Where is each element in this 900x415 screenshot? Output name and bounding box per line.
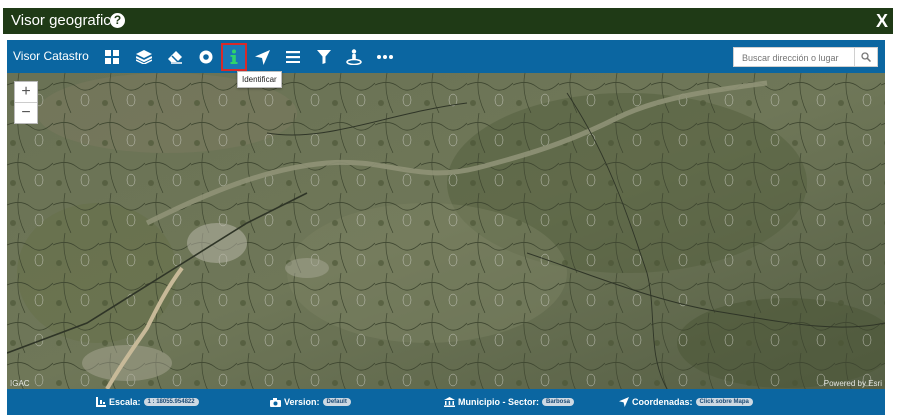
window-title: Visor geografico (11, 12, 120, 29)
search-icon (861, 52, 871, 62)
help-icon[interactable]: ? (110, 13, 125, 28)
building-icon (444, 397, 455, 407)
location-arrow-icon (619, 397, 629, 407)
version-status: Version: Default (270, 397, 351, 407)
scale-value: 1 : 18055.954822 (143, 398, 199, 406)
menu-lines-icon[interactable] (281, 45, 305, 69)
close-button[interactable]: X (876, 11, 888, 32)
map-attribution-right: Powered by Esri (823, 379, 882, 388)
version-label: Version: (284, 397, 320, 407)
camera-icon (270, 397, 281, 407)
municipio-status: Municipio - Sector: Barbosa (444, 397, 575, 407)
search-input[interactable] (734, 49, 860, 67)
municipio-label: Municipio - Sector: (458, 397, 539, 407)
zoom-control: + − (14, 81, 38, 124)
scale-label: Escala: (109, 397, 141, 407)
grid-icon[interactable] (100, 45, 124, 69)
eraser-icon[interactable] (163, 45, 187, 69)
status-bar: Escala: 1 : 18055.954822 Version: Defaul… (7, 389, 885, 415)
zoom-out-button[interactable]: − (15, 102, 37, 123)
filter-icon[interactable] (312, 45, 336, 69)
map-attribution-left: IGAC (10, 379, 30, 388)
app-name: Visor Catastro (13, 49, 89, 63)
coordinates-status: Coordenadas: Click sobre Mapa (619, 397, 753, 407)
target-icon[interactable] (194, 45, 218, 69)
search-button[interactable] (854, 48, 877, 66)
zoom-in-button[interactable]: + (15, 82, 37, 102)
scale-icon (96, 397, 106, 407)
scale-status: Escala: 1 : 18055.954822 (96, 397, 199, 407)
coordinates-value[interactable]: Click sobre Mapa (695, 398, 753, 406)
municipio-value: Barbosa (542, 398, 575, 406)
navigate-arrow-icon[interactable] (250, 45, 274, 69)
version-value: Default (322, 398, 351, 406)
street-view-icon[interactable] (342, 45, 366, 69)
viewer-frame: Visor Catastro Buscar dirección o lugar … (7, 40, 885, 415)
layers-icon[interactable] (132, 45, 156, 69)
info-icon[interactable] (221, 43, 247, 71)
search-box (733, 47, 878, 67)
aerial-imagery (7, 73, 885, 389)
more-dots-icon[interactable] (373, 45, 397, 69)
window-title-bar: Visor geografico ? X (3, 8, 893, 34)
toolbar: Visor Catastro (7, 40, 885, 73)
identificar-tooltip: Identificar (237, 71, 282, 88)
map-view[interactable]: + − IGAC Powered by Esri (7, 73, 885, 389)
coordinates-label: Coordenadas: (632, 397, 693, 407)
